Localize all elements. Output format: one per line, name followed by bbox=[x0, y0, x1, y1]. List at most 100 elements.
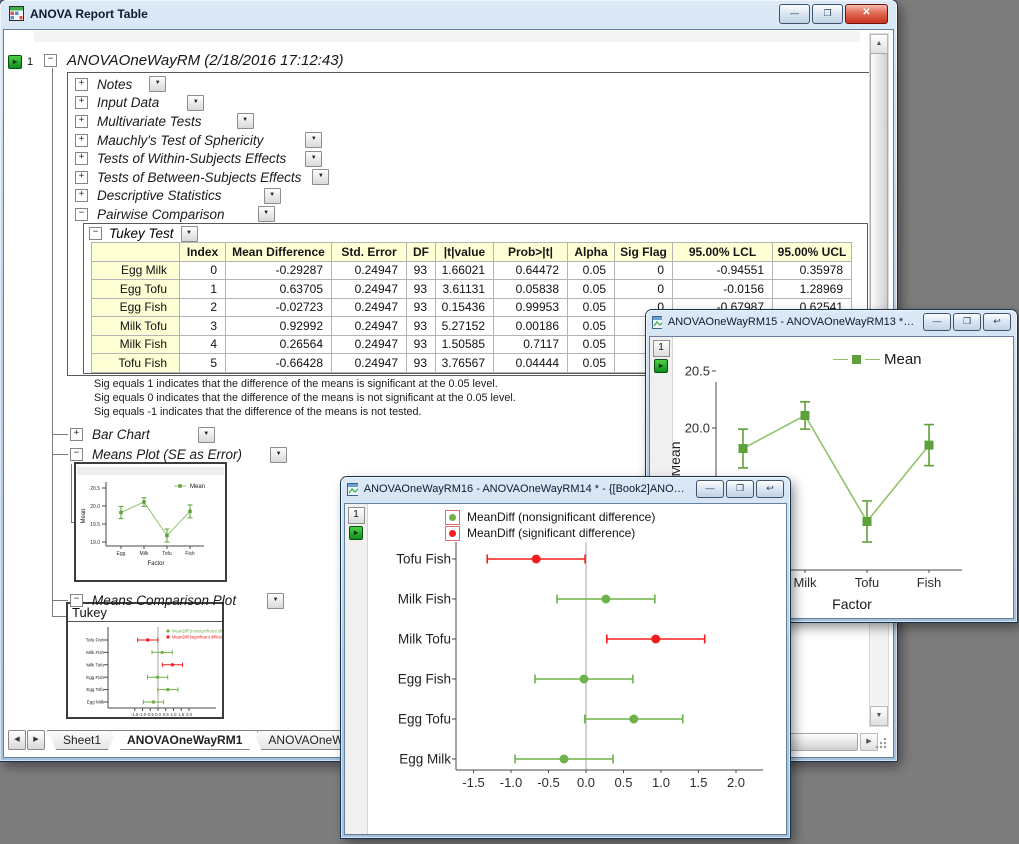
dropdown-arrow-icon[interactable]: ▼ bbox=[270, 447, 287, 463]
collapse-icon[interactable]: − bbox=[89, 227, 102, 240]
column-header: Sig Flag bbox=[615, 243, 673, 262]
close-button[interactable]: ↩ bbox=[756, 480, 784, 498]
table-cell: 0.26564 bbox=[226, 335, 332, 354]
title-bar[interactable]: ANOVAOneWayRM16 - ANOVAOneWayRM14 * - {[… bbox=[341, 477, 790, 501]
tree-item-means-comparison-plot[interactable]: −Means Comparison Plot ▼ bbox=[70, 591, 284, 610]
table-cell: -0.02723 bbox=[226, 298, 332, 317]
resize-grip[interactable] bbox=[875, 737, 887, 749]
table-row: Egg Tofu10.637050.24947933.611310.058380… bbox=[92, 280, 852, 299]
minimize-button[interactable]: — bbox=[779, 4, 810, 24]
tree-item-multivariate-tests[interactable]: +Multivariate Tests▼ bbox=[75, 112, 869, 131]
dropdown-arrow-icon[interactable]: ▼ bbox=[305, 151, 322, 167]
tree-item-notes[interactable]: +Notes▼ bbox=[75, 75, 869, 94]
collapse-icon[interactable]: − bbox=[44, 54, 57, 67]
layer-strip: 1 ▸ bbox=[345, 504, 368, 834]
svg-text:1.0: 1.0 bbox=[652, 775, 670, 790]
svg-text:Egg Fish: Egg Fish bbox=[86, 675, 104, 680]
tree-item-input-data[interactable]: +Input Data▼ bbox=[75, 94, 869, 113]
dropdown-arrow-icon[interactable]: ▼ bbox=[187, 95, 204, 111]
report-root-node[interactable]: − ANOVAOneWayRM (2/18/2016 17:12:43) bbox=[44, 52, 344, 69]
dropdown-arrow-icon[interactable]: ▼ bbox=[258, 206, 275, 222]
restore-button[interactable]: ❐ bbox=[953, 313, 981, 331]
table-cell: -0.0156 bbox=[673, 280, 773, 299]
tree-item-descriptive-statistics[interactable]: +Descriptive Statistics▼ bbox=[75, 187, 869, 206]
means-comparison-window: ANOVAOneWayRM16 - ANOVAOneWayRM14 * - {[… bbox=[341, 477, 790, 838]
layer-badge[interactable]: 1 bbox=[653, 340, 670, 357]
recalculate-lock-icon[interactable]: ▸ bbox=[654, 359, 668, 373]
recalculate-lock-icon[interactable]: ▸ bbox=[349, 526, 363, 540]
minimize-button[interactable]: — bbox=[696, 480, 724, 498]
scroll-up-icon[interactable]: ▲ bbox=[870, 34, 888, 54]
tree-item-tests-of-between-subjects-effects[interactable]: +Tests of Between-Subjects Effects▼ bbox=[75, 168, 869, 187]
svg-text:Tofu Fish: Tofu Fish bbox=[86, 638, 105, 643]
svg-text:20.0: 20.0 bbox=[685, 421, 710, 436]
dropdown-arrow-icon[interactable]: ▼ bbox=[149, 76, 166, 92]
tab-scroll-right-icon[interactable]: ▶ bbox=[27, 730, 45, 750]
dropdown-arrow-icon[interactable]: ▼ bbox=[312, 169, 329, 185]
svg-text:0.0: 0.0 bbox=[155, 712, 161, 717]
table-cell: 1.66021 bbox=[436, 261, 494, 280]
expand-collapse-icon[interactable]: + bbox=[75, 171, 88, 184]
table-cell: 1.50585 bbox=[436, 335, 494, 354]
svg-text:19.0: 19.0 bbox=[90, 540, 100, 546]
tukey-test-node[interactable]: − Tukey Test ▼ bbox=[84, 225, 867, 242]
table-cell: 93 bbox=[407, 280, 436, 299]
svg-text:1.5: 1.5 bbox=[178, 712, 184, 717]
table-cell: 0.05 bbox=[568, 280, 615, 299]
table-cell: 0.24947 bbox=[332, 261, 407, 280]
expand-collapse-icon[interactable]: − bbox=[75, 208, 88, 221]
table-cell: -0.29287 bbox=[226, 261, 332, 280]
close-button[interactable]: ✕ bbox=[845, 4, 888, 24]
means-plot-thumb-chart: 20.520.019.519.0EggMilkTofuFishFactorMea… bbox=[76, 464, 225, 580]
dropdown-arrow-icon[interactable]: ▼ bbox=[305, 132, 322, 148]
sheet-tab-anovaonewayrm1[interactable]: ANOVAOneWayRM1 bbox=[111, 730, 258, 750]
expand-collapse-icon[interactable]: + bbox=[75, 189, 88, 202]
tree-item-means-plot-se-as-error-[interactable]: −Means Plot (SE as Error)▼ bbox=[70, 445, 287, 464]
dropdown-arrow-icon[interactable]: ▼ bbox=[198, 427, 215, 443]
tree-item-tests-of-within-subjects-effects[interactable]: +Tests of Within-Subjects Effects▼ bbox=[75, 149, 869, 168]
expand-collapse-icon[interactable]: + bbox=[75, 115, 88, 128]
table-cell: 93 bbox=[407, 261, 436, 280]
means-comparison-thumbnail[interactable]: Tukey Tofu FishMilk FishMilk TofuEgg Fis… bbox=[66, 602, 224, 719]
tree-connector bbox=[52, 616, 66, 617]
tab-scroll-left-icon[interactable]: ◀ bbox=[8, 730, 26, 750]
expand-collapse-icon[interactable]: + bbox=[75, 134, 88, 147]
table-cell: 0.24947 bbox=[332, 298, 407, 317]
means-plot-thumbnail[interactable]: 20.520.019.519.0EggMilkTofuFishFactorMea… bbox=[74, 462, 227, 582]
scroll-down-icon[interactable]: ▼ bbox=[870, 706, 888, 726]
svg-text:Mean: Mean bbox=[190, 484, 205, 490]
minimize-button[interactable]: — bbox=[923, 313, 951, 331]
sheet-tab-sheet1[interactable]: Sheet1 bbox=[47, 730, 117, 750]
table-cell: 1 bbox=[180, 280, 226, 299]
title-bar[interactable]: ANOVA Report Table — ❐ ✕ bbox=[0, 0, 897, 27]
recalculate-lock-icon[interactable]: ▸ bbox=[8, 55, 22, 69]
tree-item-mauchly-s-test-of-sphericity[interactable]: + Mauchly's Test of Sphericity ▼ bbox=[75, 131, 869, 150]
dropdown-arrow-icon[interactable]: ▼ bbox=[181, 226, 198, 242]
layer-badge[interactable]: 1 bbox=[348, 507, 365, 524]
expand-collapse-icon[interactable]: + bbox=[75, 78, 88, 91]
report-items: +Notes▼+Input Data▼+Multivariate Tests▼+… bbox=[75, 75, 869, 224]
svg-text:Fish: Fish bbox=[185, 551, 195, 557]
restore-button[interactable]: ❐ bbox=[726, 480, 754, 498]
tree-item-pairwise-comparison[interactable]: −Pairwise Comparison▼ bbox=[75, 205, 869, 224]
tree-item-label: Means Comparison Plot bbox=[92, 593, 236, 608]
expand-collapse-icon[interactable]: − bbox=[70, 594, 83, 607]
means-comparison-thumb-chart: Tofu FishMilk FishMilk TofuEgg FishEgg T… bbox=[68, 622, 222, 717]
table-cell: 0 bbox=[180, 261, 226, 280]
dropdown-arrow-icon[interactable]: ▼ bbox=[264, 188, 281, 204]
expand-collapse-icon[interactable]: + bbox=[75, 96, 88, 109]
close-button[interactable]: ↩ bbox=[983, 313, 1011, 331]
expand-collapse-icon[interactable]: − bbox=[70, 448, 83, 461]
table-cell: 1.28969 bbox=[773, 280, 852, 299]
expand-collapse-icon[interactable]: + bbox=[75, 152, 88, 165]
tree-item-label: Bar Chart bbox=[92, 427, 150, 442]
table-cell: -0.94551 bbox=[673, 261, 773, 280]
dropdown-arrow-icon[interactable]: ▼ bbox=[237, 113, 254, 129]
title-bar[interactable]: ANOVAOneWayRM15 - ANOVAOneWayRM13 * - {[… bbox=[646, 310, 1017, 334]
dropdown-arrow-icon[interactable]: ▼ bbox=[267, 593, 284, 609]
tree-item-label: Mauchly's Test of Sphericity bbox=[97, 133, 263, 148]
maximize-button[interactable]: ❐ bbox=[812, 4, 843, 24]
expand-collapse-icon[interactable]: + bbox=[70, 428, 83, 441]
table-header-row: IndexMean DifferenceStd. ErrorDF|t|value… bbox=[92, 243, 852, 262]
tree-item-bar-chart[interactable]: + Bar Chart ▼ bbox=[70, 425, 215, 444]
